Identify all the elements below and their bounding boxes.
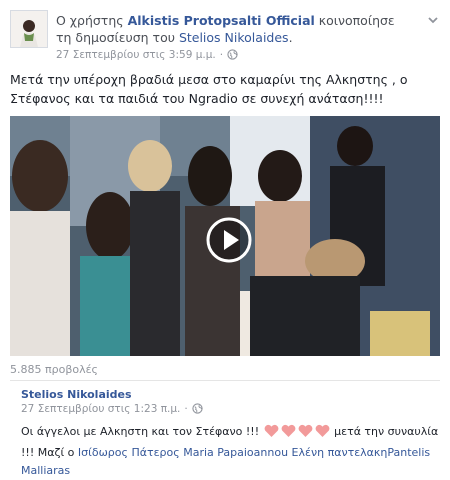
shared-timestamp[interactable]: 27 Σεπτεμβρίου στις 1:23 π.μ. <box>21 403 180 415</box>
globe-icon <box>192 403 203 417</box>
shared-text-before: Οι άγγελοι με Αλκηστη και τον Στέφανο !!… <box>21 425 263 438</box>
divider <box>10 380 440 381</box>
post-header: Ο χρήστης Alkistis Protopsalti Official … <box>10 10 440 64</box>
globe-icon <box>227 49 238 64</box>
tag-link[interactable]: Ισίδωρος Πάτερος <box>78 446 180 459</box>
play-icon[interactable] <box>206 217 252 263</box>
share-attribution: Ο χρήστης Alkistis Protopsalti Official … <box>56 12 410 46</box>
post-meta: 27 Σεπτεμβρίου στις 3:59 μ.μ. · <box>56 48 238 64</box>
shared-author-link[interactable]: Stelios Nikolaides <box>21 388 132 401</box>
heart-icon <box>298 424 313 437</box>
tag-link[interactable]: Ελένη παντελακη <box>292 446 388 459</box>
post-text: Μετά την υπέροχη βραδιά μεσα στο καμαρίν… <box>10 72 408 106</box>
heart-icon <box>263 424 331 444</box>
chevron-down-icon[interactable] <box>426 12 440 26</box>
meta-separator: · <box>184 403 188 415</box>
shared-video-post: Ο χρήστης Alkistis Protopsalti Official … <box>0 0 450 477</box>
avatar[interactable] <box>10 10 48 48</box>
view-count: 5.885 προβολές <box>10 363 98 376</box>
tag-link[interactable]: Maria Papaioannou <box>183 446 288 459</box>
meta-separator: · <box>219 49 224 61</box>
heart-icon <box>264 424 279 437</box>
original-author-link[interactable]: Stelios Nikolaides <box>179 30 289 45</box>
heart-icon <box>281 424 296 437</box>
heart-icon <box>315 424 330 437</box>
attribution-prefix: Ο χρήστης <box>56 13 128 28</box>
author-link[interactable]: Alkistis Protopsalti Official <box>128 13 315 28</box>
post-timestamp[interactable]: 27 Σεπτεμβρίου στις 3:59 μ.μ. <box>56 49 216 61</box>
shared-meta: 27 Σεπτεμβρίου στις 1:23 π.μ. · <box>21 403 203 417</box>
video-player[interactable] <box>10 116 440 356</box>
shared-text: Οι άγγελοι με Αλκηστη και τον Στέφανο !!… <box>21 423 441 480</box>
attribution-suffix: . <box>288 30 293 45</box>
